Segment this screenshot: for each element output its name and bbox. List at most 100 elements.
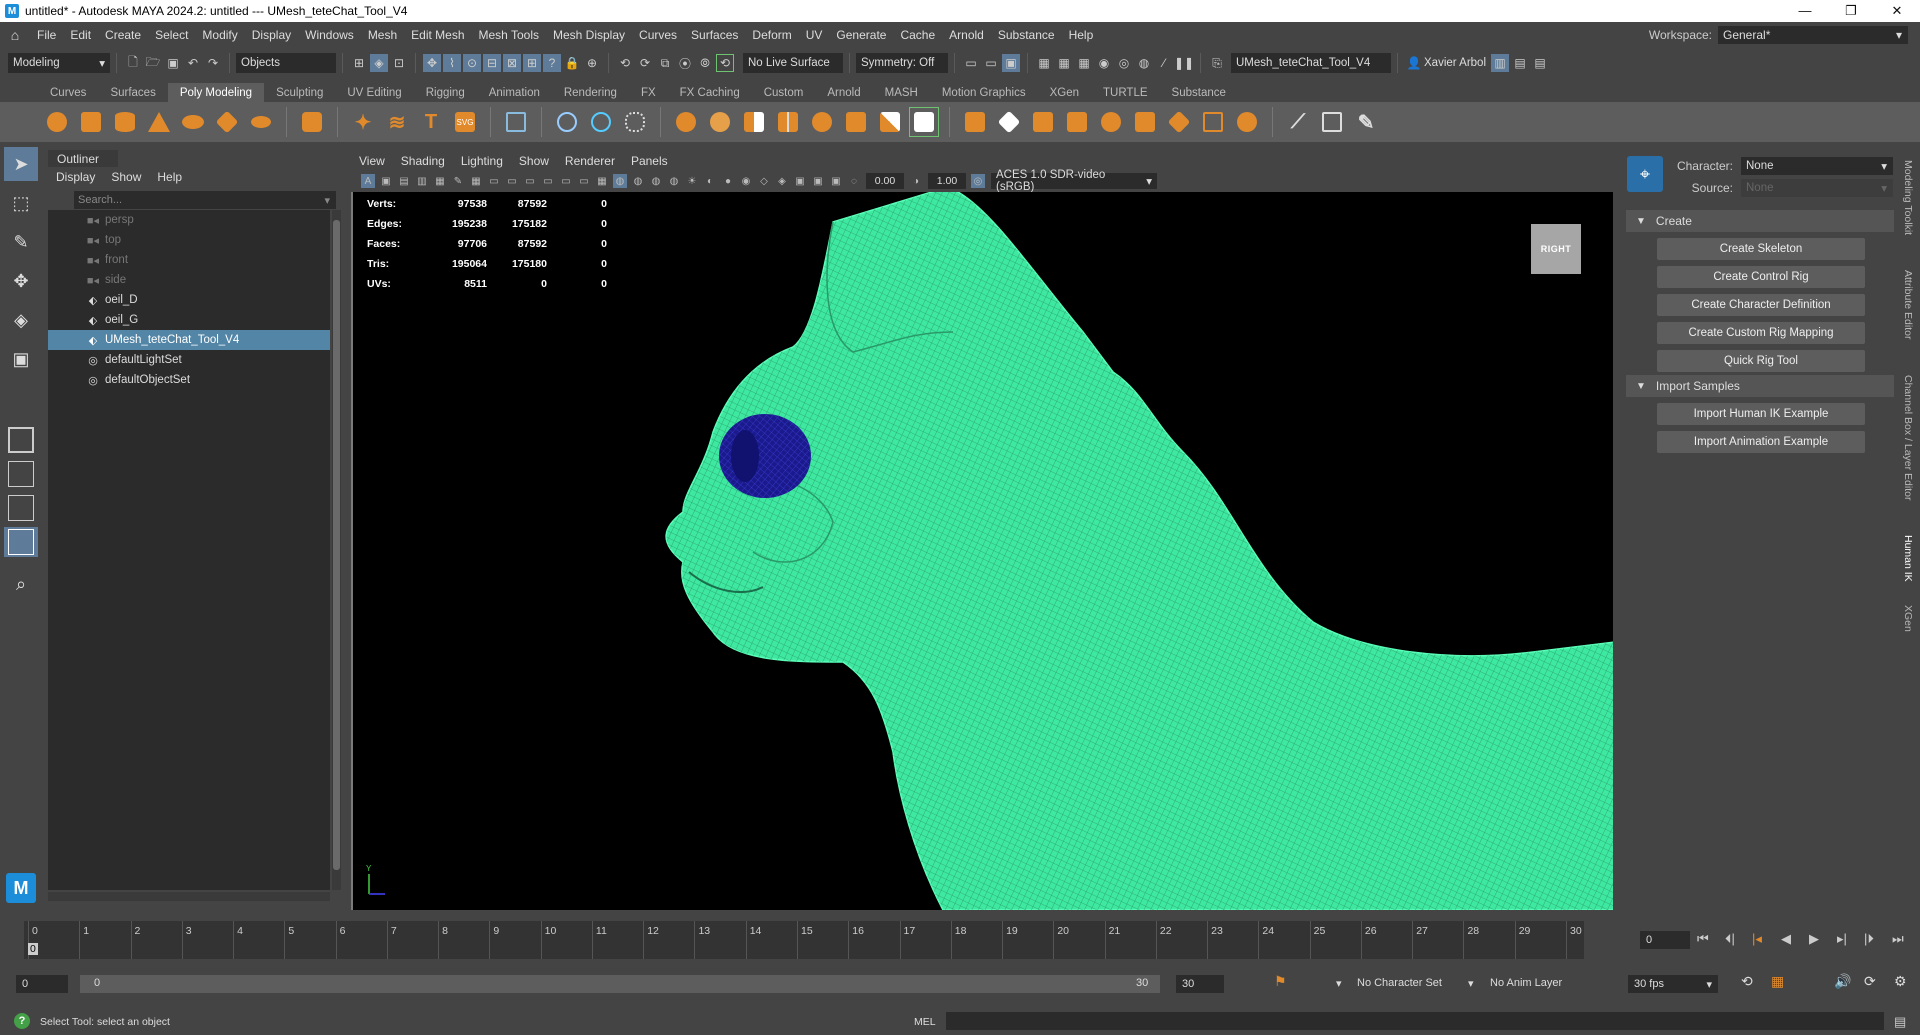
poly-cone-icon[interactable] xyxy=(144,107,174,137)
extract-icon[interactable] xyxy=(807,107,837,137)
script-language-toggle[interactable]: MEL xyxy=(914,1016,936,1028)
attribute-editor-icon[interactable]: ▤ xyxy=(1531,54,1549,72)
color-management-icon[interactable]: ◎ xyxy=(971,174,985,188)
four-view-layout-icon[interactable] xyxy=(4,459,38,489)
poly-sphere-icon[interactable] xyxy=(42,107,72,137)
viewport-menu-shading[interactable]: Shading xyxy=(401,154,445,168)
loop-icon[interactable]: ⟲ xyxy=(1741,973,1753,990)
shadows-icon[interactable]: ◐ xyxy=(703,174,717,188)
outliner-item[interactable]: ⬖ oeil_G xyxy=(48,310,330,330)
open-scene-icon[interactable]: 🗁 xyxy=(144,54,162,72)
menu-uv[interactable]: UV xyxy=(799,28,830,42)
source-dropdown[interactable]: None ▾ xyxy=(1741,179,1893,197)
render-setup-icon[interactable]: ◍ xyxy=(1135,54,1153,72)
outliner-item-selected[interactable]: ⬖ UMesh_teteChat_Tool_V4 xyxy=(48,330,330,350)
smooth-icon[interactable] xyxy=(620,107,650,137)
platonic-solid-icon[interactable] xyxy=(297,107,327,137)
viewport-menu-renderer[interactable]: Renderer xyxy=(565,154,615,168)
snap-vertex-icon[interactable]: ⊞ xyxy=(523,54,541,72)
snap-curve-icon[interactable]: ⌇ xyxy=(443,54,461,72)
outliner-item[interactable]: ◎ defaultObjectSet xyxy=(48,370,330,390)
paint-select-icon[interactable]: ✎ xyxy=(4,225,38,259)
poly-disc-icon[interactable] xyxy=(246,107,276,137)
grid-toggle-icon[interactable]: ▦ xyxy=(469,174,483,188)
viewcube[interactable]: RIGHT xyxy=(1531,224,1581,274)
animation-end-field[interactable]: 30 xyxy=(1176,975,1224,993)
exposure-icon[interactable]: ◌ xyxy=(847,174,861,188)
tab-channel-box-layer-editor[interactable]: Channel Box / Layer Editor xyxy=(1902,375,1914,501)
shelf-tab-mash[interactable]: MASH xyxy=(873,83,930,102)
tab-attribute-editor[interactable]: Attribute Editor xyxy=(1902,270,1914,339)
shelf-tab-rigging[interactable]: Rigging xyxy=(414,83,477,102)
auto-key-icon[interactable]: ⚑ xyxy=(1274,973,1287,990)
play-backwards-icon[interactable]: ◀ xyxy=(1781,931,1791,947)
select-camera-icon[interactable]: A xyxy=(361,174,375,188)
type-tool-icon[interactable]: T xyxy=(416,107,446,137)
select-lasso-icon[interactable]: ⊕ xyxy=(583,54,601,72)
menu-file[interactable]: File xyxy=(30,28,63,42)
minimize-button[interactable]: — xyxy=(1782,3,1828,19)
outliner-item[interactable]: ■◂ persp xyxy=(48,210,330,230)
separate-icon[interactable] xyxy=(586,107,616,137)
snap-view-plane-icon[interactable]: ⊟ xyxy=(483,54,501,72)
outliner-menu-show[interactable]: Show xyxy=(111,170,141,184)
hypershade-icon[interactable]: ▦ xyxy=(1055,54,1073,72)
rotate-tool-icon[interactable]: ◈ xyxy=(4,303,38,337)
menu-surfaces[interactable]: Surfaces xyxy=(684,28,745,42)
gate-mask-icon[interactable]: ▭ xyxy=(523,174,537,188)
menu-generate[interactable]: Generate xyxy=(829,28,893,42)
shelf-tab-fx[interactable]: FX xyxy=(629,83,668,102)
new-scene-icon[interactable]: 🗋 xyxy=(124,54,142,72)
sculpt-tool-icon[interactable]: ✎ xyxy=(1351,107,1381,137)
user-icon[interactable]: 👤 xyxy=(1405,54,1423,72)
outliner-item[interactable]: ■◂ side xyxy=(48,270,330,290)
render-view-icon[interactable]: ▦ xyxy=(1075,54,1093,72)
exposure-field[interactable]: 0.00 xyxy=(866,173,904,189)
create-skeleton-button[interactable]: Create Skeleton xyxy=(1657,238,1865,260)
makelive-icon[interactable]: ⦿ xyxy=(676,54,694,72)
single-perspective-layout-icon[interactable] xyxy=(4,425,38,455)
snap-grid-icon[interactable]: ✥ xyxy=(423,54,441,72)
workspace-layout-icon[interactable]: ▥ xyxy=(1491,54,1510,72)
safe-action-icon[interactable]: ▭ xyxy=(559,174,573,188)
motion-blur-icon[interactable]: ◉ xyxy=(739,174,753,188)
fill-hole-icon[interactable] xyxy=(841,107,871,137)
poly-cylinder-icon[interactable] xyxy=(110,107,140,137)
viewport-menu-show[interactable]: Show xyxy=(519,154,549,168)
viewport-3d[interactable]: Verts: 97538 87592 0 Edges: 195238 175182 0 Fa… xyxy=(351,192,1613,910)
shelf-tab-xgen[interactable]: XGen xyxy=(1038,83,1091,102)
textured-icon[interactable]: ◍ xyxy=(667,174,681,188)
wireframe-on-shaded-icon[interactable]: ◍ xyxy=(649,174,663,188)
outliner-item[interactable]: ◎ defaultLightSet xyxy=(48,350,330,370)
grid-icon[interactable] xyxy=(501,107,531,137)
multi-cut-icon[interactable] xyxy=(1062,107,1092,137)
scale-tool-icon[interactable]: ▣ xyxy=(4,342,38,376)
cache-playback-icon[interactable]: ▦ xyxy=(1771,973,1784,990)
gamma-icon[interactable]: ◑ xyxy=(909,174,923,188)
render-window-icon[interactable]: ▭ xyxy=(962,54,980,72)
time-slider[interactable]: 0 1 2 3 4 5 6 7 8 9 10 11 12 13 14 15 16 17 18 19 20 21 22 23 24… xyxy=(0,917,1920,962)
outliner-vertical-scrollbar[interactable] xyxy=(332,210,341,890)
ipr-render-icon[interactable]: ▣ xyxy=(1002,54,1020,72)
import-animation-example-button[interactable]: Import Animation Example xyxy=(1657,431,1865,453)
script-editor-icon[interactable]: ▤ xyxy=(1894,1014,1906,1030)
menu-select[interactable]: Select xyxy=(148,28,195,42)
menu-curves[interactable]: Curves xyxy=(632,28,684,42)
time-editor-icon[interactable]: ⟳ xyxy=(1864,973,1876,990)
super-shape-icon[interactable]: ✦ xyxy=(348,107,378,137)
shelf-tab-motion-graphics[interactable]: Motion Graphics xyxy=(930,83,1038,102)
boolean-intersection-icon[interactable] xyxy=(739,107,769,137)
menu-arnold[interactable]: Arnold xyxy=(942,28,991,42)
extrude-icon[interactable] xyxy=(960,107,990,137)
menu-edit-mesh[interactable]: Edit Mesh xyxy=(404,28,471,42)
lock-icon[interactable]: 🔒 xyxy=(563,54,581,72)
shelf-tab-arnold[interactable]: Arnold xyxy=(815,83,872,102)
quad-draw-icon[interactable] xyxy=(1317,107,1347,137)
viewport-menu-panels[interactable]: Panels xyxy=(631,154,668,168)
sweep-mesh-icon[interactable]: ≋ xyxy=(382,107,412,137)
step-forward-frame-icon[interactable]: |⏵ xyxy=(1864,931,1874,947)
create-custom-rig-mapping-button[interactable]: Create Custom Rig Mapping xyxy=(1657,322,1865,344)
two-d-pan-icon[interactable]: ▦ xyxy=(433,174,447,188)
redo-icon[interactable]: ↷ xyxy=(204,54,222,72)
menu-substance[interactable]: Substance xyxy=(991,28,1062,42)
